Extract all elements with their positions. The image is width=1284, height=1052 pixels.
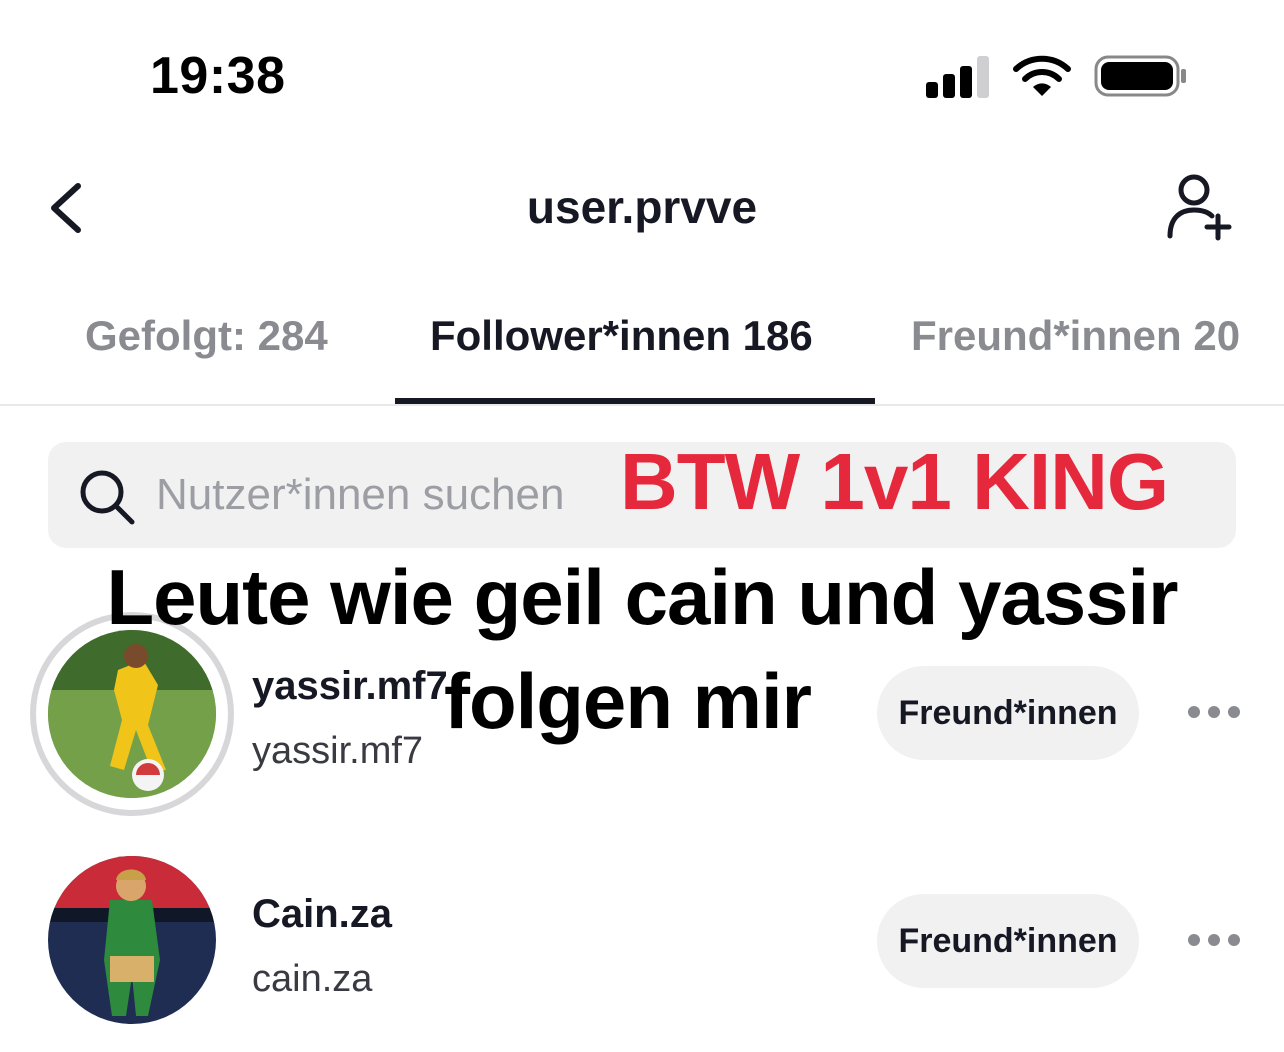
- friends-button[interactable]: Freund*innen: [877, 666, 1139, 760]
- friends-button[interactable]: Freund*innen: [877, 894, 1139, 988]
- more-options-icon[interactable]: [1188, 706, 1240, 720]
- overlay-text-line2: folgen mir: [444, 657, 812, 745]
- overlay-text-line1: Leute wie geil cain und yassir: [106, 553, 1178, 641]
- user-handle: cain.za: [252, 958, 373, 1000]
- more-options-icon[interactable]: [1188, 934, 1240, 948]
- search-icon: [80, 470, 135, 525]
- wifi-icon: [1013, 55, 1071, 96]
- tabs-divider: [0, 404, 1284, 406]
- user-display-name[interactable]: Cain.za: [252, 892, 392, 937]
- cellular-signal-icon: [926, 56, 992, 98]
- tab-followers[interactable]: Follower*innen 186: [430, 312, 813, 360]
- avatar[interactable]: [48, 856, 216, 1024]
- battery-icon: [1094, 55, 1186, 97]
- avatar[interactable]: [48, 630, 216, 798]
- tab-following[interactable]: Gefolgt: 284: [85, 312, 328, 360]
- tab-friends[interactable]: Freund*innen 20: [911, 312, 1240, 360]
- overlay-text-red: BTW 1v1 KING: [620, 437, 1169, 526]
- search-placeholder: Nutzer*innen suchen: [156, 470, 565, 519]
- avatar-photo: [48, 630, 216, 798]
- avatar-photo: [48, 856, 216, 1024]
- user-handle: yassir.mf7: [252, 730, 424, 772]
- add-friend-icon[interactable]: [1162, 172, 1238, 242]
- user-display-name[interactable]: yassir.mf7: [252, 664, 448, 709]
- page-title: user.prvve: [526, 181, 758, 233]
- status-time: 19:38: [150, 47, 286, 105]
